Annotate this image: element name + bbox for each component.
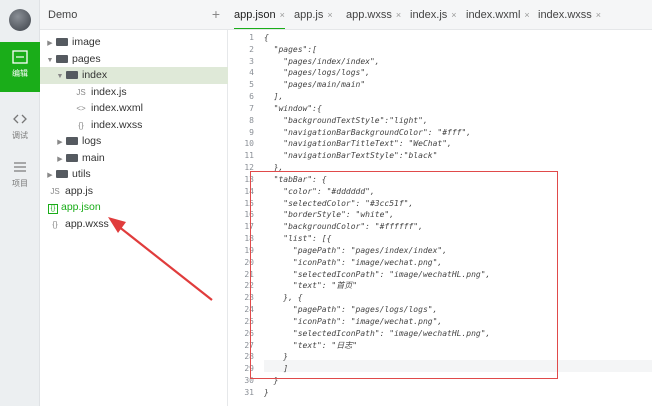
close-icon[interactable]: × [596,10,601,20]
tree-file-index-wxss[interactable]: {} index.wxss [40,117,228,134]
folder-icon [66,153,78,162]
tree-folder-main[interactable]: ▶ main [40,150,228,167]
line-number: 31 [244,387,254,397]
explorer-header: Demo + [40,0,228,30]
tree-file-index-js[interactable]: JS index.js [40,84,228,101]
editor-tab-bar: app.json × app.js × app.wxss × index.js × in… [228,0,652,30]
tab-label: app.js [294,9,324,21]
close-icon[interactable]: × [524,10,529,20]
tab-index-wxss[interactable]: index.wxss × [538,0,601,29]
close-icon[interactable]: × [327,10,332,20]
close-icon[interactable]: × [280,10,285,20]
json-file-icon: {} [48,204,58,214]
tree-item-label: index.wxss [91,118,143,131]
tree-item-label: index [82,69,108,81]
line-number: 1 [249,33,254,42]
wxss-file-icon: {} [78,120,84,130]
folder-icon [66,71,78,79]
file-explorer: Demo + ▶ image ▼ pages ▼ index JS index.js <… [40,0,228,406]
line-number: 4 [249,68,254,78]
tree-item-label: index.wxml [91,102,143,114]
folder-icon [56,38,68,46]
code-line: "backgroundTextStyle":"light", [264,115,428,125]
file-tree: ▶ image ▼ pages ▼ index JS index.js <> index.… [40,34,228,232]
js-file-icon: JS [50,186,60,196]
tree-item-label: app.json [61,201,101,213]
line-number: 10 [244,139,254,149]
wxml-file-icon: <> [76,104,86,113]
line-number: 8 [249,115,254,125]
tab-label: index.wxss [538,9,592,21]
tree-folder-image[interactable]: ▶ image [40,34,228,51]
code-line: "pages":[ [264,44,317,54]
activity-project[interactable]: 项目 [0,152,40,202]
tree-folder-utils[interactable]: ▶ utils [40,166,228,183]
project-name: Demo [48,9,78,21]
tab-app-wxss[interactable]: app.wxss × [346,0,401,29]
activity-bar: 编辑 调试 项目 [0,0,40,406]
line-number: 2 [249,44,254,54]
tab-index-js[interactable]: index.js × [410,0,457,29]
tree-file-app-js[interactable]: JS app.js [40,183,228,200]
tree-item-label: image [72,36,101,48]
code-line: "pages/main/main" [264,80,366,90]
tree-item-label: pages [72,52,101,65]
activity-editor[interactable]: 编辑 [0,42,40,92]
add-file-button[interactable]: + [212,6,220,22]
tree-item-label: app.wxss [65,217,109,230]
tab-app-json[interactable]: app.json × [234,0,285,29]
tree-file-app-json[interactable]: {} app.json [40,199,228,216]
tab-label: app.wxss [346,9,392,21]
code-line: "pages/logs/logs", [264,68,370,78]
line-number: 5 [249,80,254,90]
tab-app-js[interactable]: app.js × [294,0,333,29]
line-number: 11 [244,151,254,161]
tab-label: app.json [234,9,276,21]
line-number: 3 [249,56,254,66]
tab-label: index.js [410,9,448,21]
folder-icon [56,170,68,178]
tree-item-label: logs [82,135,102,147]
line-number: 9 [249,127,254,137]
tree-item-label: index.js [91,85,127,98]
code-editor[interactable]: 1 2 3 4 5 6 7 8 9 10 11 12 13 14 15 16 17 18 19 20 21 22 23 24 2… [228,30,652,406]
tree-folder-pages[interactable]: ▼ pages [40,51,228,68]
tree-file-index-wxml[interactable]: <> index.wxml [40,100,228,117]
folder-icon [56,54,68,63]
tree-folder-index[interactable]: ▼ index [40,67,228,84]
tree-item-label: utils [72,168,91,180]
tree-file-app-wxss[interactable]: {} app.wxss [40,216,228,233]
code-line: "navigationBarTextStyle":"black" [264,151,438,161]
debug-icon [13,114,27,124]
close-icon[interactable]: × [396,10,401,20]
code-line: "navigationBarTitleText": "WeChat", [264,139,452,149]
avatar[interactable] [9,9,31,31]
code-line: "navigationBarBackgroundColor": "#fff", [264,127,472,137]
close-icon[interactable]: × [451,10,456,20]
wxss-file-icon: {} [52,219,58,229]
tree-folder-logs[interactable]: ▶ logs [40,133,228,150]
activity-editor-label: 编辑 [12,69,28,78]
activity-debug[interactable]: 调试 [0,104,40,154]
tree-item-label: app.js [65,184,94,197]
line-number: 7 [249,103,254,113]
js-file-icon: JS [76,87,86,97]
editor-icon [12,50,28,64]
tabbar-highlight-box [250,171,558,379]
code-line: ], [264,92,284,102]
tree-item-label: main [82,151,105,164]
line-number: 6 [249,92,254,102]
tab-label: index.wxml [466,9,521,21]
tab-index-wxml[interactable]: index.wxml × [466,0,530,29]
code-line: } [264,387,269,397]
project-icon [14,162,26,172]
activity-project-label: 项目 [12,179,28,188]
code-line: "window":{ [264,103,322,113]
code-line: "pages/index/index", [264,56,380,66]
code-line: { [264,33,269,42]
folder-icon [66,137,78,145]
activity-debug-label: 调试 [12,131,28,140]
